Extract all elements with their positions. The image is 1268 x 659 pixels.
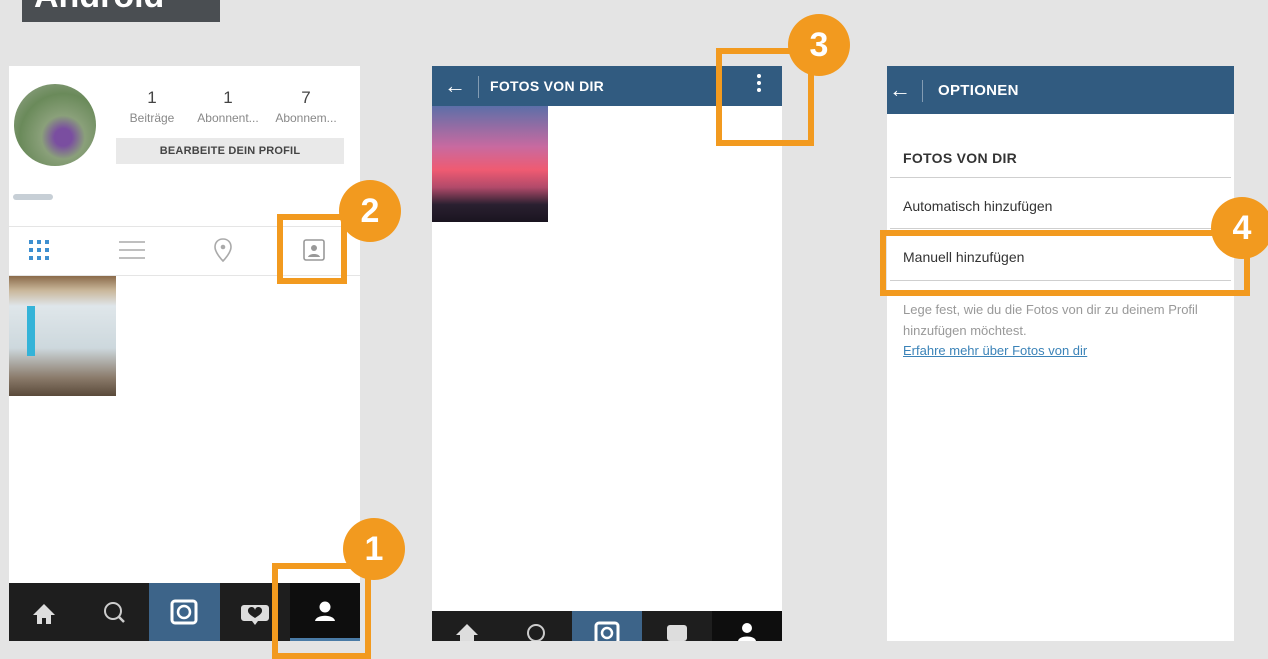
step-2-badge: 2	[339, 180, 401, 242]
options-description: Lege fest, wie du die Fotos von dir zu d…	[903, 302, 1198, 338]
bottom-navbar	[432, 611, 782, 641]
section-title: FOTOS VON DIR	[903, 150, 1018, 166]
profile-screen: 1 Beiträge 1 Abonnent... 7 Abonnem... BE…	[9, 66, 360, 641]
list-view-icon[interactable]	[117, 235, 147, 265]
photos-of-you-screen: ← FOTOS VON DIR	[432, 66, 782, 641]
post-thumbnail[interactable]	[9, 276, 116, 396]
back-arrow-icon[interactable]: ←	[444, 75, 466, 97]
back-arrow-icon[interactable]: ←	[889, 79, 911, 101]
stat-following[interactable]: 7 Abonnem...	[271, 88, 341, 125]
learn-more-link[interactable]: Erfahre mehr über Fotos von dir	[903, 343, 1087, 358]
step-4-highlight	[880, 230, 1250, 296]
tagged-photo-thumbnail[interactable]	[432, 106, 548, 222]
option-auto-add[interactable]: Automatisch hinzufügen	[903, 198, 1052, 214]
header-divider	[922, 80, 923, 102]
step-1-highlight	[272, 563, 371, 659]
stat-followers[interactable]: 1 Abonnent...	[193, 88, 263, 125]
step-1-badge: 1	[343, 518, 405, 580]
step-2-highlight	[277, 214, 347, 284]
edit-profile-button[interactable]: BEARBEITE DEIN PROFIL	[116, 138, 344, 164]
grid-view-icon[interactable]	[25, 235, 55, 265]
avatar[interactable]	[14, 84, 96, 166]
camera-icon[interactable]	[149, 583, 220, 641]
step-4-badge: 4	[1211, 197, 1268, 259]
platform-label: Android	[22, 0, 220, 22]
home-icon[interactable]	[9, 583, 79, 641]
page-title: OPTIONEN	[938, 82, 1019, 99]
stat-posts[interactable]: 1 Beiträge	[117, 88, 187, 125]
header-bar: ← OPTIONEN	[887, 66, 1234, 114]
location-pin-icon[interactable]	[208, 235, 238, 265]
divider	[890, 228, 1231, 229]
search-icon[interactable]	[79, 583, 149, 641]
divider	[890, 177, 1231, 178]
home-icon[interactable]	[432, 611, 502, 641]
page-title: FOTOS VON DIR	[490, 78, 605, 94]
camera-icon[interactable]	[572, 611, 642, 641]
header-divider	[478, 76, 479, 98]
search-icon[interactable]	[502, 611, 572, 641]
profile-icon[interactable]	[712, 611, 782, 641]
options-screen: ← OPTIONEN FOTOS VON DIR Automatisch hin…	[887, 66, 1234, 641]
step-3-badge: 3	[788, 14, 850, 76]
username-blurred	[13, 194, 53, 200]
activity-heart-icon[interactable]	[642, 611, 712, 641]
